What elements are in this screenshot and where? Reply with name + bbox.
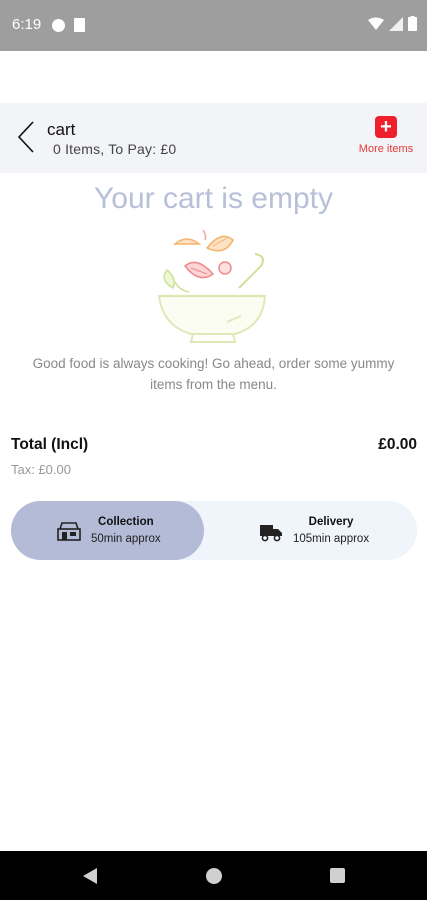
collection-option[interactable]: Collection 50min approx	[11, 501, 204, 560]
empty-cart-title: Your cart is empty	[94, 182, 333, 215]
delivery-option[interactable]: Delivery 105min approx	[259, 501, 409, 560]
plus-icon: +	[375, 116, 397, 138]
back-icon	[17, 121, 34, 153]
cart-summary: 0 Items, To Pay: £0	[53, 141, 177, 157]
empty-cart-message: Good food is always cooking! Go ahead, o…	[32, 356, 395, 392]
fulfillment-toggle: Collection 50min approx Delivery 105min …	[11, 501, 417, 560]
more-items-label: More items	[358, 143, 414, 155]
nav-recents-icon[interactable]	[330, 868, 345, 883]
salad-bowl-illustration	[157, 229, 267, 343]
collection-icon	[57, 521, 81, 541]
delivery-time: 105min approx	[293, 533, 370, 545]
wifi-icon	[368, 17, 384, 30]
collection-text: Collection 50min approx	[91, 516, 161, 545]
delivery-label: Delivery	[308, 516, 354, 528]
status-bar: 6:19	[0, 0, 427, 51]
tax-line: Tax: £0.00	[11, 462, 71, 477]
notification-icon	[52, 19, 65, 32]
nav-home-icon[interactable]	[206, 868, 222, 884]
nav-back-icon[interactable]	[82, 867, 98, 885]
delivery-icon	[260, 524, 282, 541]
status-time: 6:19	[12, 16, 42, 33]
battery-icon	[408, 16, 417, 31]
system-nav-bar	[0, 851, 427, 900]
collection-label: Collection	[98, 516, 154, 528]
back-button[interactable]	[12, 117, 40, 157]
collection-time: 50min approx	[91, 533, 161, 545]
status-icons	[368, 16, 417, 31]
total-label: Total (Incl)	[11, 436, 89, 453]
delivery-text: Delivery 105min approx	[293, 516, 369, 545]
more-items-button[interactable]: + More items	[354, 116, 418, 162]
page-title: cart	[47, 120, 76, 139]
total-value: £0.00	[378, 436, 417, 453]
cart-header: cart 0 Items, To Pay: £0 + More items	[0, 103, 427, 173]
signal-icon	[389, 16, 403, 31]
sd-card-icon	[74, 18, 85, 32]
